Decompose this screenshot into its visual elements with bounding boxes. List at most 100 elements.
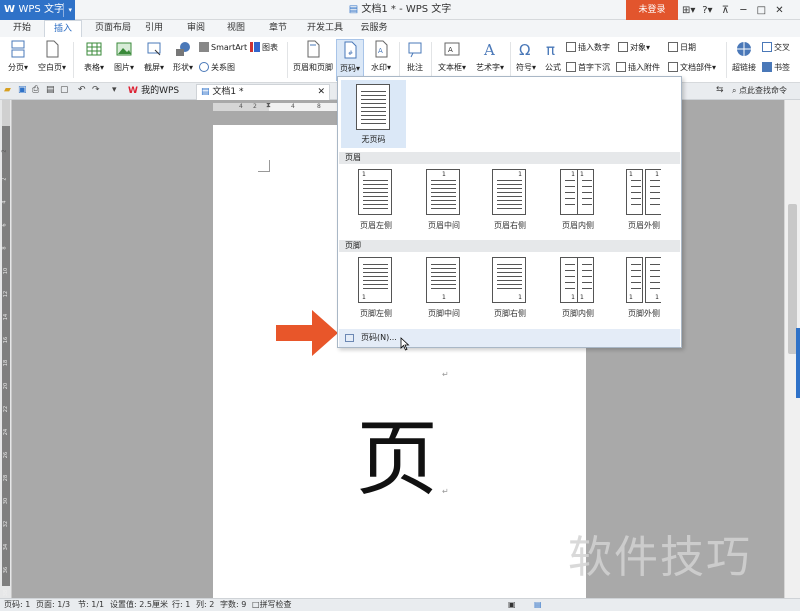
page-number-settings-label: 页码(N)... (361, 333, 397, 342)
skin-icon[interactable]: ⊞▾ (682, 5, 695, 16)
close-icon[interactable]: ✕ (773, 5, 785, 16)
status-setting: 设置值: 2.5厘米 (110, 600, 168, 609)
command-search[interactable]: ⌕ 点此查找命令 (732, 85, 787, 96)
tab-home[interactable]: 开始 (4, 20, 40, 37)
smartart-button[interactable]: SmartArt (199, 41, 247, 55)
footer-inside-option[interactable]: 1 1 页脚内侧 (556, 257, 616, 319)
watermark-icon: A (375, 40, 388, 58)
drop-cap-button[interactable]: 首字下沉 (566, 61, 610, 75)
wordart-button[interactable]: A 艺术字▾ (472, 39, 508, 81)
ruler-tick-label: 26 (3, 451, 10, 459)
blank-page-icon (46, 40, 59, 58)
paragraph-mark: ↵ (442, 370, 449, 379)
screenshot-button[interactable]: 截屏▾ (138, 39, 170, 81)
relation-chart-button[interactable]: 关系图 (199, 61, 235, 75)
help-icon[interactable]: ?▾ (701, 5, 713, 16)
redo-icon[interactable]: ↷ (92, 85, 100, 95)
object-button[interactable]: 对象▾ (618, 41, 650, 55)
export-pdf-icon[interactable]: ▤ (46, 85, 55, 95)
login-button[interactable]: 未登录 (626, 0, 678, 20)
header-inside-option[interactable]: 1 1 页眉内侧 (556, 169, 616, 231)
ruler-content (2, 126, 10, 586)
print-icon[interactable]: ⎙ (32, 85, 39, 95)
tab-view[interactable]: 视图 (218, 20, 254, 37)
thumb-number: 1 (655, 171, 659, 178)
screenshot-label: 截屏 (143, 63, 160, 72)
blank-page-button[interactable]: 空白页▾ (34, 39, 70, 81)
fullscreen-icon[interactable]: ▣ (508, 599, 516, 611)
shape-button[interactable]: 形状▾ (167, 39, 199, 81)
header-left-option[interactable]: 1 页眉左侧 (354, 169, 414, 231)
status-word-count[interactable]: 字数: 9 (220, 599, 246, 611)
textbox-label: 文本框 (437, 63, 462, 72)
page-break-button[interactable]: 分页▾ (2, 39, 34, 81)
open-folder-icon[interactable]: ▰ (4, 85, 11, 95)
footer-center-option[interactable]: 1 页脚中间 (422, 257, 482, 319)
attachment-button[interactable]: 插入附件 (616, 61, 660, 75)
watermark-button[interactable]: A 水印▾ (366, 39, 396, 81)
page-thumbnail: 1 (577, 169, 594, 215)
tab-document-1[interactable]: ▤ 文档1 * ✕ (196, 84, 330, 100)
page-view-icon[interactable]: ▤ (534, 599, 542, 611)
vertical-scrollbar[interactable] (784, 100, 800, 598)
customize-chevron-icon[interactable]: ▾ (112, 85, 117, 95)
minimize-to-tray-icon[interactable]: ⊼ (719, 5, 731, 16)
pointer-arrow (276, 310, 338, 356)
tab-insert[interactable]: 插入 (44, 20, 82, 37)
ruler-tick-label: 2 (253, 103, 257, 110)
tab-my-wps[interactable]: W 我的WPS (124, 84, 202, 100)
collapse-ribbon-icon[interactable]: ⇆ (716, 85, 724, 95)
page-thumbnail (356, 84, 390, 130)
textbox-button[interactable]: A 文本框▾ (434, 39, 470, 81)
header-footer-button[interactable]: 页眉和页脚 (292, 39, 334, 81)
footer-outside-option[interactable]: 1 1 页脚外侧 (622, 257, 682, 319)
ruler-tick-label: 14 (3, 313, 10, 321)
picture-button[interactable]: 图片▾ (108, 39, 140, 81)
save-icon[interactable]: ▣ (18, 85, 27, 95)
tab-cloud[interactable]: 云服务 (352, 20, 396, 37)
tab-chapter[interactable]: 章节 (260, 20, 296, 37)
tab-page-layout[interactable]: 页面布局 (86, 20, 140, 37)
close-tab-icon[interactable]: ✕ (317, 85, 325, 100)
tab-developer[interactable]: 开发工具 (302, 20, 348, 37)
bookmark-button[interactable]: 书签 (762, 61, 790, 75)
no-page-number-option[interactable]: 无页码 (341, 80, 406, 148)
symbol-button[interactable]: Ω 符号▾ (512, 39, 540, 81)
option-label: 页眉右侧 (494, 221, 526, 230)
smartart-label: SmartArt (211, 43, 248, 52)
tab-references[interactable]: 引用 (136, 20, 172, 37)
header-outside-option[interactable]: 1 1 页眉外侧 (622, 169, 682, 231)
doc-parts-button[interactable]: 文档部件▾ (668, 61, 716, 75)
chart-button[interactable]: 图表 (250, 41, 278, 55)
print-preview-icon[interactable]: ▢ (60, 85, 69, 95)
side-panel-handle[interactable] (796, 328, 800, 398)
cross-ref-button[interactable]: 交叉 (762, 41, 790, 55)
footer-right-option[interactable]: 1 页脚右侧 (488, 257, 548, 319)
maximize-icon[interactable]: □ (755, 5, 767, 16)
tab-review[interactable]: 审阅 (178, 20, 214, 37)
hyperlink-button[interactable]: 超链接 (729, 39, 759, 81)
minimize-icon[interactable]: ─ (737, 5, 749, 16)
comment-button[interactable]: 批注 (402, 39, 428, 81)
date-button[interactable]: 日期 (668, 41, 696, 55)
page-number-settings-item[interactable]: 页码(N)... (339, 329, 680, 347)
option-label: 页眉内侧 (562, 221, 594, 230)
window-title-text: 文档1 * - WPS 文字 (361, 4, 452, 15)
page-thumbnail: 1 (626, 169, 643, 215)
ruler-tick-label: 4 (239, 103, 243, 110)
drop-cap-label: 首字下沉 (578, 63, 610, 72)
page-thumbnail: 1 (577, 257, 594, 303)
undo-icon[interactable]: ↶ (78, 85, 86, 95)
header-center-option[interactable]: 1 页眉中间 (422, 169, 482, 231)
document-text[interactable]: 页 (356, 415, 438, 505)
table-button[interactable]: 表格▾ (78, 39, 110, 81)
insert-number-button[interactable]: 插入数字 (566, 41, 610, 55)
footer-left-option[interactable]: 1 页脚左侧 (354, 257, 414, 319)
spell-check-toggle[interactable]: □ 拼写检查 (252, 599, 292, 611)
site-watermark: 软件技巧 (568, 532, 752, 583)
indent-marker[interactable]: ⧗ (266, 101, 271, 110)
formula-button[interactable]: π 公式 (541, 39, 565, 81)
header-right-option[interactable]: 1 页眉右侧 (488, 169, 548, 231)
page-number-button[interactable]: # 页码▾ (336, 39, 364, 81)
svg-text:Ω: Ω (519, 41, 530, 58)
